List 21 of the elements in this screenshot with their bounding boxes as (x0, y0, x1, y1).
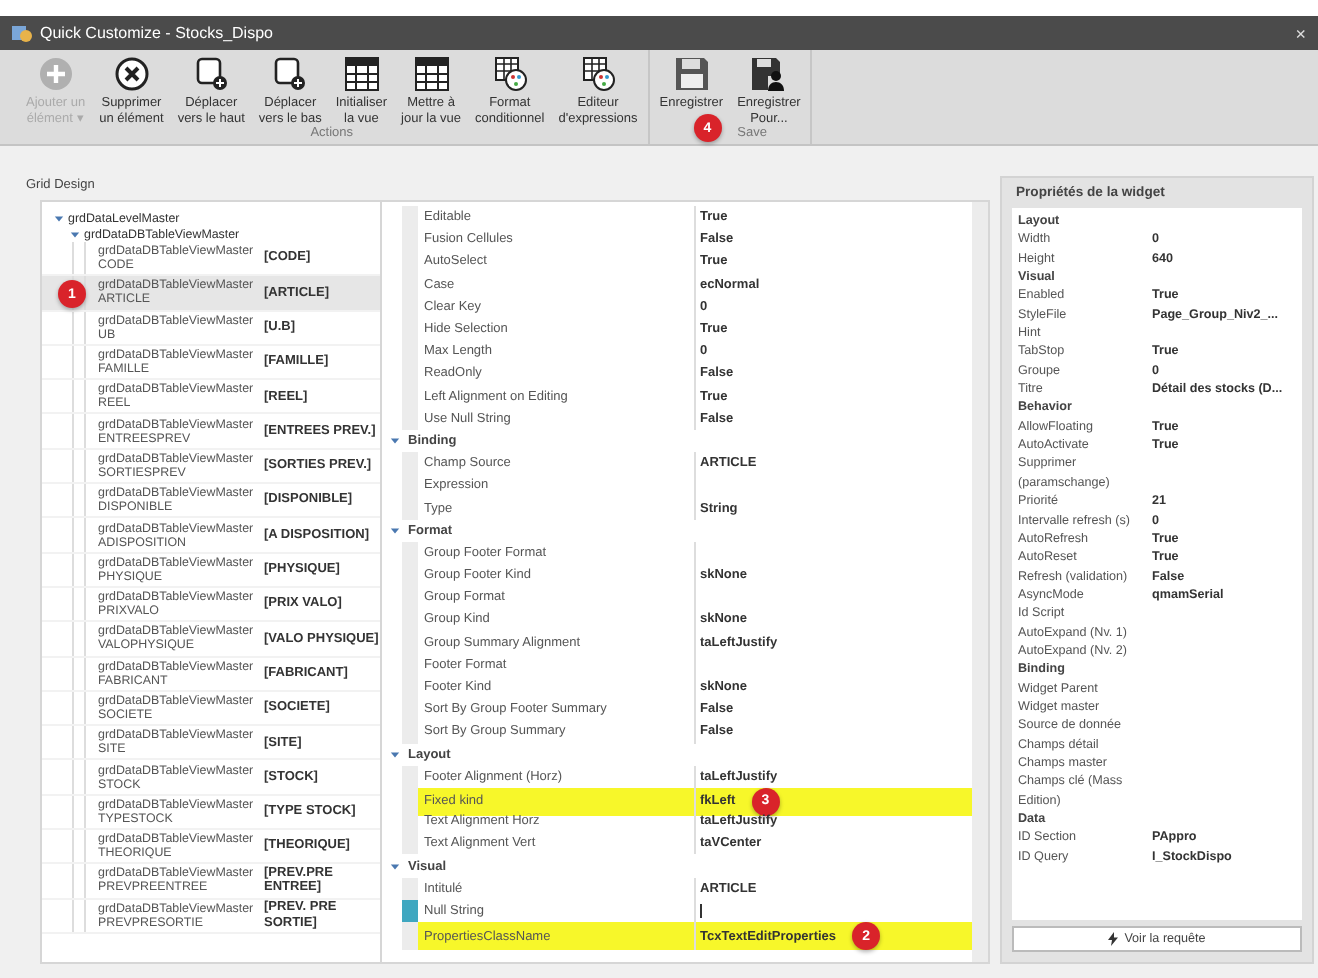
expand-arrow-icon[interactable] (54, 213, 64, 223)
close-button[interactable]: × (1295, 23, 1306, 43)
text-cursor (700, 903, 702, 918)
lightning-icon (1108, 932, 1119, 946)
expand-arrow-icon[interactable] (70, 229, 80, 239)
square-dot-icon (272, 56, 309, 92)
expand-arrow-icon[interactable] (390, 435, 400, 446)
table-palette-icon (579, 56, 616, 92)
table-icon (413, 56, 450, 92)
close-icon (113, 56, 150, 92)
app-icon (12, 23, 32, 43)
table-palette-icon (491, 56, 528, 92)
floppy-icon (673, 56, 710, 92)
expand-arrow-icon[interactable] (390, 861, 400, 872)
expand-arrow-icon[interactable] (390, 749, 400, 760)
floppy-person-icon (750, 56, 787, 92)
square-dot-icon (193, 56, 230, 92)
plus-icon (37, 56, 74, 92)
window-title: Quick Customize - Stocks_Dispo (40, 24, 275, 42)
expand-arrow-icon[interactable] (390, 525, 400, 536)
table-icon (343, 56, 380, 92)
